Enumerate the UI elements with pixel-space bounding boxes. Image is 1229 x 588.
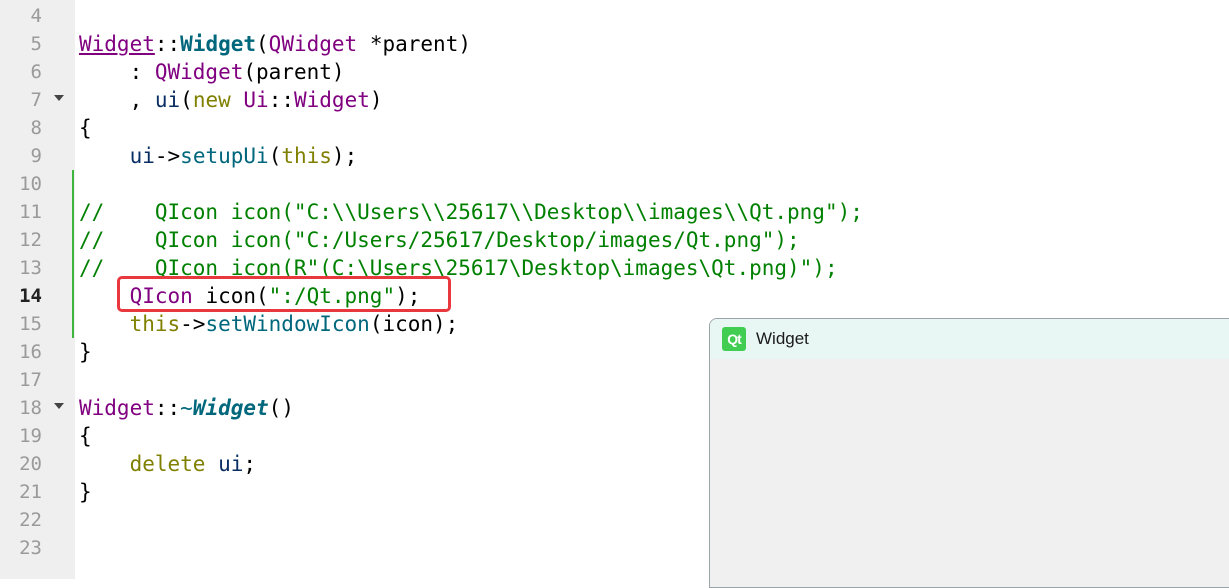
- line-number: 15: [19, 313, 42, 335]
- scope-token: ::: [154, 32, 181, 56]
- function-token: setWindowIcon: [205, 312, 370, 336]
- line-number: 9: [30, 145, 42, 167]
- param-token: *parent): [357, 32, 471, 56]
- code-line-6: : QWidget(parent): [79, 58, 345, 86]
- line-number: 17: [19, 369, 42, 391]
- line-number: 4: [30, 5, 42, 27]
- code-line-8: {: [79, 114, 92, 142]
- code-line-9: ui->setupUi(this);: [79, 142, 358, 170]
- function-token: setupUi: [180, 144, 269, 168]
- code-token: ): [369, 88, 383, 112]
- code-line-7: , ui(new Ui::Widget): [79, 86, 383, 114]
- class-token: QWidget: [154, 60, 244, 84]
- line-number: 19: [19, 425, 42, 447]
- line-number: 6: [30, 61, 42, 83]
- window-title: Widget: [756, 329, 809, 348]
- function-token: Widget: [180, 32, 257, 56]
- code-token: :: [79, 60, 155, 84]
- line-number: 13: [19, 257, 42, 279]
- line-number: 16: [19, 341, 42, 363]
- code-token: );: [331, 144, 358, 168]
- code-line-20: delete ui;: [79, 450, 256, 478]
- line-number-gutter: 4 5 6 7 8 9 10 11 12 13 14 15 16 17 18 1…: [0, 0, 75, 579]
- code-line-5: Widget::Widget(QWidget *parent): [79, 30, 471, 58]
- code-line-15: this->setWindowIcon(icon);: [79, 310, 459, 338]
- brace-token: }: [79, 340, 92, 364]
- brace-token: {: [79, 424, 92, 448]
- scope-token: ::: [268, 88, 294, 112]
- paren-token: (: [256, 32, 269, 56]
- highlight-annotation-box: [117, 276, 451, 312]
- arrow-token: ->: [154, 144, 181, 168]
- fold-arrow-icon[interactable]: [54, 403, 64, 409]
- paren-token: (: [268, 144, 282, 168]
- line-number: 21: [19, 481, 42, 503]
- member-token: ui: [129, 144, 155, 168]
- keyword-token: this: [281, 144, 332, 168]
- member-token: ui: [154, 88, 181, 112]
- brace-token: }: [79, 480, 92, 504]
- code-token: (parent): [243, 60, 345, 84]
- line-number: 5: [30, 33, 42, 55]
- line-number: 10: [19, 173, 42, 195]
- line-number: 8: [30, 117, 42, 139]
- member-token: ui: [218, 452, 244, 476]
- keyword-token: this: [129, 312, 181, 336]
- code-line-11: // QIcon icon("C:\\Users\\25617\\Desktop…: [79, 200, 863, 224]
- keyword-token: delete: [129, 452, 206, 476]
- paren-token: (): [268, 396, 294, 420]
- code-line-16: }: [79, 338, 92, 366]
- class-token[interactable]: Widget: [79, 32, 155, 56]
- line-number: 12: [19, 229, 42, 251]
- scope-token: ::: [154, 396, 181, 420]
- class-token: Widget: [79, 396, 155, 420]
- line-number: 23: [19, 537, 42, 559]
- window-client-area[interactable]: [710, 359, 1229, 587]
- qt-widget-window[interactable]: Qt Widget: [709, 318, 1229, 588]
- namespace-token: Ui: [243, 88, 269, 112]
- line-number: 20: [19, 453, 42, 475]
- code-line-12: // QIcon icon("C:/Users/25617/Desktop/im…: [79, 228, 800, 252]
- function-token: Widget: [192, 396, 269, 420]
- code-token: (: [180, 88, 193, 112]
- line-number: 18: [19, 397, 42, 419]
- current-line-number: 14: [19, 285, 42, 307]
- code-line-18: Widget::~Widget(): [79, 394, 294, 422]
- code-token: (icon);: [369, 312, 459, 336]
- line-number: 7: [30, 89, 42, 111]
- keyword-token: new: [192, 88, 231, 112]
- line-number: 11: [19, 201, 42, 223]
- arrow-token: ->: [180, 312, 206, 336]
- code-line-19: {: [79, 422, 92, 450]
- code-line-21: }: [79, 478, 92, 506]
- class-token: Widget: [294, 88, 370, 112]
- code-token: ;: [243, 452, 257, 476]
- window-titlebar[interactable]: Qt Widget: [710, 319, 1229, 359]
- tilde-token: ~: [180, 396, 193, 420]
- line-number: 22: [19, 509, 42, 531]
- class-token: QWidget: [268, 32, 358, 56]
- fold-arrow-icon[interactable]: [54, 95, 64, 101]
- modified-lines-marker: [72, 170, 74, 338]
- qt-logo-icon: Qt: [722, 327, 746, 351]
- code-token: ,: [79, 88, 155, 112]
- brace-token: {: [79, 116, 92, 140]
